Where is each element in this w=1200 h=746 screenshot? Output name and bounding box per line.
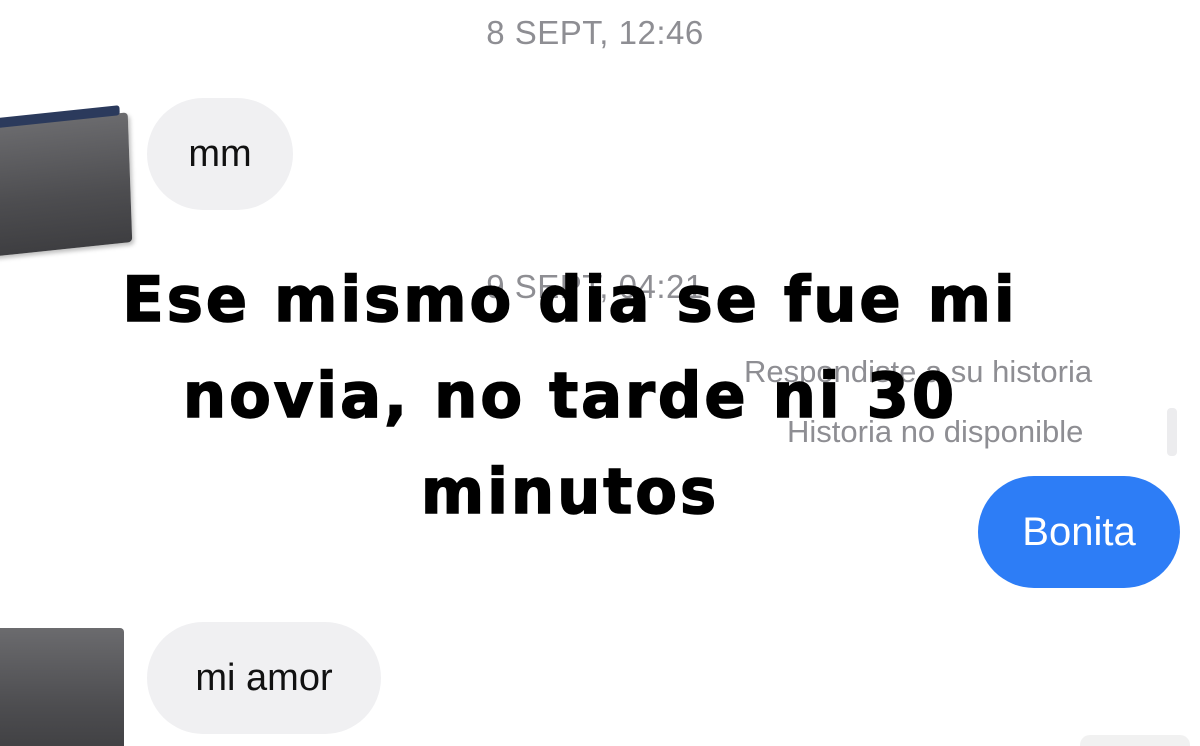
chat-screen: 8 SEPT, 12:46 mm 9 SEPT, 04:21 Respondis…: [0, 0, 1200, 746]
timestamp-1: 8 SEPT, 12:46: [486, 14, 704, 51]
meme-caption: Ese mismo dia se fue mi novia, no tarde …: [122, 262, 1018, 529]
bottom-edge-artifact: [1080, 735, 1190, 746]
story-reply-bar: [1167, 408, 1177, 456]
incoming-message-bubble[interactable]: mi amor: [147, 622, 381, 734]
incoming-message-bubble[interactable]: mm: [147, 98, 293, 210]
avatar[interactable]: [0, 112, 133, 258]
avatar[interactable]: [0, 628, 124, 746]
